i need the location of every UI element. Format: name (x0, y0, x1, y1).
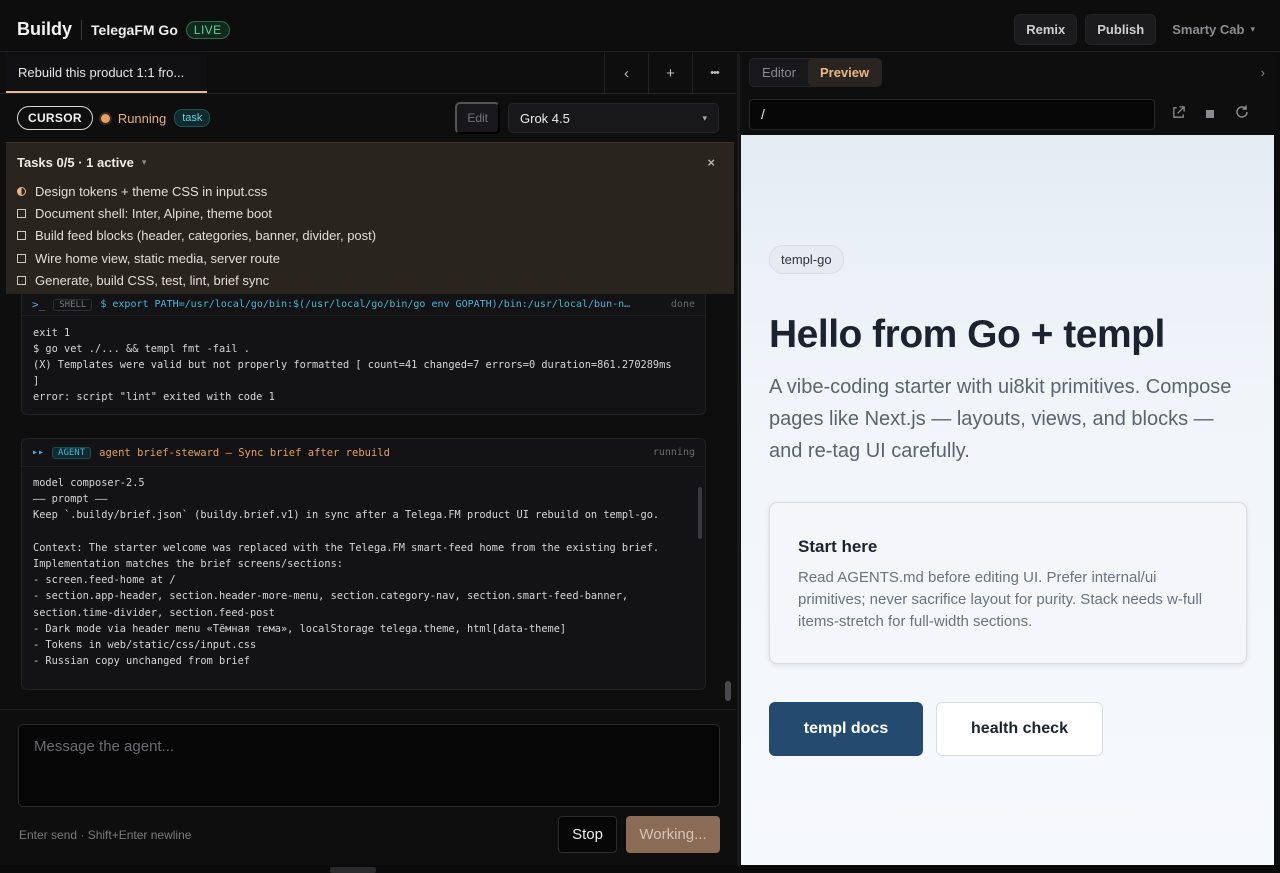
stack-chip: templ-go (769, 245, 844, 274)
working-button[interactable]: Working... (626, 816, 720, 853)
terminal-icon: >_ (32, 298, 46, 311)
checkbox-icon (17, 253, 26, 263)
agent-tag: AGENT (52, 446, 92, 459)
shell-output: exit 1 $ go vet ./... && templ fmt -fail… (33, 327, 672, 403)
close-icon[interactable]: × (707, 155, 723, 170)
reload-icon[interactable] (1233, 104, 1251, 124)
agent-status-row: CURSOR Running task Edit Grok 4.5 ▾ (0, 94, 736, 142)
chevron-down-icon[interactable]: ▾ (142, 157, 147, 168)
model-select[interactable]: Grok 4.5 ▾ (508, 103, 719, 133)
user-menu[interactable]: Smarty Cab ▾ (1164, 22, 1263, 37)
agent-status: running (652, 447, 695, 458)
project-name[interactable]: TelegaFM Go (91, 22, 178, 38)
in-progress-icon (17, 186, 26, 196)
prev-tab-button[interactable]: ‹ (604, 53, 648, 93)
agent-title[interactable]: agent brief-steward — Sync brief after r… (99, 447, 390, 459)
resize-handle[interactable] (330, 867, 376, 873)
external-link-icon[interactable] (1169, 105, 1187, 124)
message-input[interactable] (18, 724, 720, 807)
activity-log[interactable]: >_ SHELL $ export PATH=/usr/local/go/bin… (6, 294, 730, 708)
new-tab-button[interactable]: + (648, 53, 692, 93)
task-label: Document shell: Inter, Alpine, theme boo… (35, 205, 273, 221)
health-check-button[interactable]: health check (936, 702, 1103, 756)
edit-button[interactable]: Edit (455, 102, 500, 134)
app-window: Buildy TelegaFM Go LIVE Remix Publish Sm… (0, 0, 1280, 873)
brand-logo[interactable]: Buildy (17, 19, 72, 40)
task-list: Design tokens + theme CSS in input.css D… (17, 180, 723, 291)
page-subtitle: A vibe-coding starter with ui8kit primit… (769, 376, 1232, 462)
view-toggle: Editor Preview (749, 58, 883, 87)
chevron-right-icon[interactable]: › (1261, 65, 1265, 80)
card-title: Start here (798, 537, 878, 556)
task-label: Generate, build CSS, test, lint, brief s… (35, 272, 270, 288)
task-label: Build feed blocks (header, categories, b… (35, 228, 377, 244)
task-badge: task (174, 109, 211, 127)
agent-icon: ▸▸ (32, 447, 45, 458)
brand-divider (81, 19, 83, 40)
task-item[interactable]: Design tokens + theme CSS in input.css (17, 180, 723, 202)
shell-status: done (670, 299, 695, 310)
checkbox-icon (17, 208, 26, 218)
tasks-panel: Tasks 0/5 · 1 active ▾ × Design tokens +… (6, 142, 734, 294)
top-bar-actions: Remix Publish Smarty Cab ▾ (1014, 14, 1263, 45)
task-item[interactable]: Document shell: Inter, Alpine, theme boo… (17, 202, 723, 224)
top-bar: Buildy TelegaFM Go LIVE Remix Publish Sm… (0, 8, 1280, 52)
chat-panel: Rebuild this product 1:1 fro... ‹ + ••• … (0, 53, 736, 865)
start-here-card: Start here Read AGENTS.md before editing… (769, 502, 1247, 664)
chat-tabs: Rebuild this product 1:1 fro... ‹ + ••• (0, 53, 736, 94)
checkbox-icon (17, 231, 26, 241)
bottom-bar (0, 865, 1280, 873)
chat-tab-active[interactable]: Rebuild this product 1:1 fro... (6, 53, 207, 93)
stop-button[interactable]: Stop (558, 816, 617, 853)
log-scrollbar[interactable] (725, 681, 731, 701)
card-text: Read AGENTS.md before editing UI. Prefer… (798, 569, 1203, 630)
live-badge: LIVE (185, 20, 230, 39)
shell-tag: SHELL (53, 298, 93, 311)
stop-icon[interactable] (1201, 106, 1219, 123)
preview-frame: templ-go Hello from Go + templ A vibe-co… (741, 135, 1274, 865)
task-item[interactable]: Build feed blocks (header, categories, b… (17, 225, 723, 247)
task-item[interactable]: Wire home view, static media, server rou… (17, 247, 723, 269)
url-input[interactable] (749, 98, 1155, 130)
task-item[interactable]: Generate, build CSS, test, lint, brief s… (17, 269, 723, 291)
more-menu-button[interactable]: ••• (692, 53, 736, 93)
checkbox-icon (17, 275, 26, 285)
tab-editor[interactable]: Editor (750, 59, 808, 86)
user-name: Smarty Cab (1172, 22, 1245, 37)
model-value: Grok 4.5 (520, 110, 570, 126)
more-icon: ••• (710, 67, 720, 79)
agent-name-pill: CURSOR (17, 106, 93, 130)
tasks-header[interactable]: Tasks 0/5 · 1 active (17, 155, 134, 170)
tab-preview[interactable]: Preview (807, 59, 882, 86)
chevron-down-icon: ▾ (702, 112, 707, 123)
agent-card: ▸▸ AGENT agent brief-steward — Sync brie… (21, 438, 706, 690)
running-dot-icon (100, 113, 110, 123)
shell-output-card: >_ SHELL $ export PATH=/usr/local/go/bin… (21, 294, 706, 415)
templ-docs-button[interactable]: templ docs (769, 702, 923, 756)
composer: Enter send · Shift+Enter newline Stop Wo… (0, 709, 736, 865)
remix-button[interactable]: Remix (1014, 14, 1078, 45)
composer-hint: Enter send · Shift+Enter newline (19, 828, 192, 842)
agent-scrollbar[interactable] (698, 483, 702, 683)
publish-button[interactable]: Publish (1085, 14, 1157, 45)
task-label: Design tokens + theme CSS in input.css (35, 183, 268, 199)
task-label: Wire home view, static media, server rou… (35, 250, 280, 266)
shell-command: $ export PATH=/usr/local/go/bin:$(/usr/l… (100, 299, 631, 310)
preview-panel: Editor Preview › templ-go Hello from Go … (740, 53, 1274, 865)
running-status: Running (117, 110, 167, 126)
agent-prompt-body: model composer-2.5 —— prompt —— Keep `.b… (33, 477, 660, 668)
chevron-down-icon: ▾ (1250, 24, 1255, 34)
page-title: Hello from Go + templ (769, 313, 1165, 356)
